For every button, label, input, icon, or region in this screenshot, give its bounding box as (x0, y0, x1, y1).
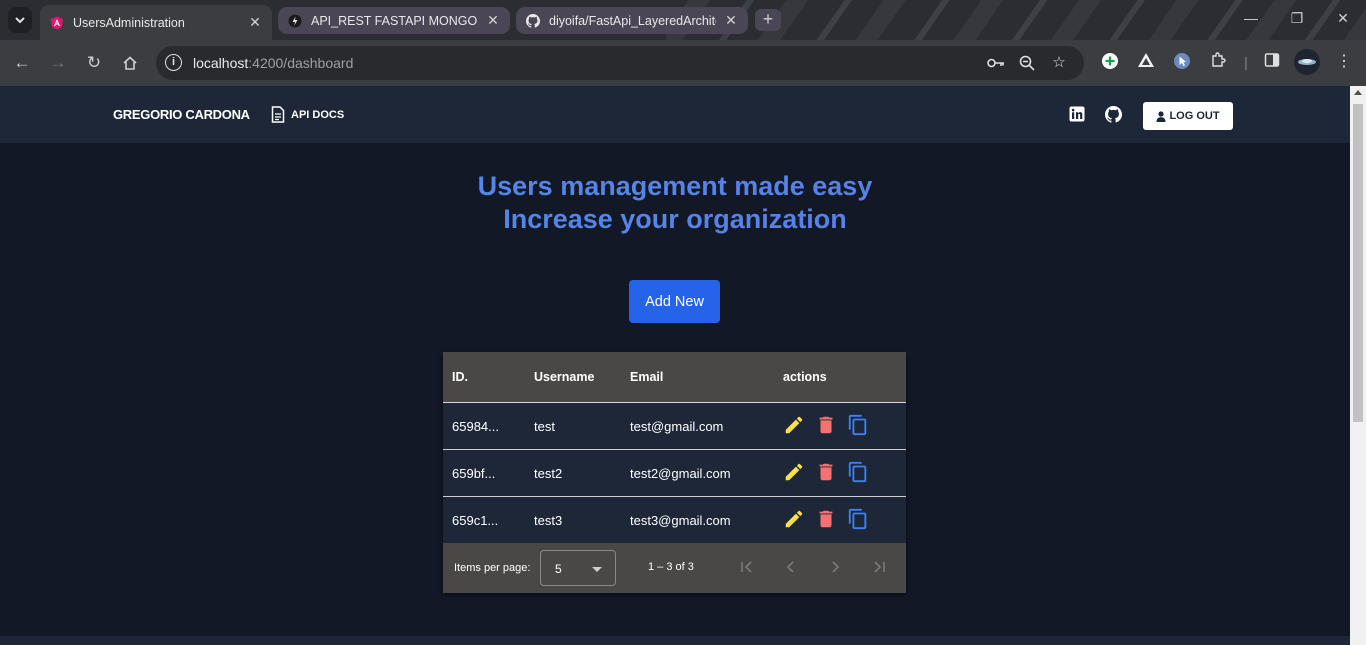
copy-icon[interactable] (847, 414, 869, 436)
cell-username: test (534, 419, 555, 434)
cursor-extension-icon[interactable] (1172, 52, 1192, 72)
page-size-select[interactable]: 5 (540, 550, 616, 586)
address-bar[interactable]: i localhost:4200/dashboard ☆ (156, 46, 1084, 80)
logout-button[interactable]: LOG OUT (1143, 102, 1233, 130)
api-docs-link[interactable]: API DOCS (271, 106, 344, 123)
url-text: localhost:4200/dashboard (193, 55, 354, 71)
footer (0, 636, 1350, 645)
browser-tab-bar: UsersAdministration ✕ API_REST FASTAPI M… (0, 0, 1366, 40)
page-size-value: 5 (555, 562, 562, 576)
restore-icon[interactable]: ❐ (1287, 10, 1307, 27)
api-docs-label: API DOCS (291, 108, 345, 121)
tab-search-button[interactable] (8, 7, 32, 33)
close-tab-icon[interactable]: ✕ (248, 14, 262, 31)
table-header: ID. Username Email actions (443, 352, 906, 403)
column-header-actions: actions (783, 370, 827, 384)
reload-icon[interactable]: ↻ (83, 52, 105, 74)
github-icon (526, 13, 540, 28)
scrollbar-thumb[interactable] (1353, 104, 1363, 422)
angular-icon (50, 16, 64, 30)
hero-line-2: Increase your organization (0, 203, 1350, 236)
edit-icon[interactable] (783, 414, 805, 436)
linkedin-icon[interactable] (1069, 106, 1087, 124)
site-info-icon[interactable]: i (165, 54, 182, 71)
items-per-page-label: Items per page: (454, 562, 531, 574)
menu-kebab-icon[interactable]: ⋮ (1334, 52, 1354, 72)
delete-icon[interactable] (815, 414, 837, 436)
fastapi-icon (288, 14, 302, 28)
next-page-icon[interactable] (827, 559, 843, 575)
bookmark-star-icon[interactable]: ☆ (1050, 54, 1068, 72)
users-table: ID. Username Email actions 65984... test… (443, 352, 906, 593)
tab-title: UsersAdministration (73, 15, 185, 30)
key-icon[interactable] (987, 54, 1005, 72)
side-panel-icon[interactable] (1262, 52, 1282, 72)
previous-page-icon[interactable] (783, 559, 799, 575)
delete-icon[interactable] (815, 461, 837, 483)
user-icon (1156, 110, 1166, 122)
back-icon[interactable]: ← (11, 52, 33, 74)
profile-avatar[interactable] (1294, 49, 1320, 75)
extensions-puzzle-icon[interactable] (1208, 52, 1228, 72)
document-icon (271, 106, 285, 123)
last-page-icon[interactable] (871, 559, 887, 575)
home-icon[interactable] (119, 52, 141, 74)
cell-id: 65984... (452, 419, 499, 434)
zoom-icon[interactable] (1018, 54, 1036, 72)
column-header-email[interactable]: Email (630, 370, 663, 384)
dropdown-arrow-icon (592, 567, 602, 572)
browser-toolbar: ← → ↻ i localhost:4200/dashboard ☆ | ⋮ (0, 40, 1366, 86)
paginator: Items per page: 5 1 – 3 of 3 (443, 543, 906, 593)
edit-icon[interactable] (783, 508, 805, 530)
logout-label: LOG OUT (1169, 110, 1220, 122)
table-row: 65984... test test@gmail.com (443, 403, 906, 450)
hero-heading: Users management made easy Increase your… (0, 170, 1350, 236)
add-new-button[interactable]: Add New (629, 280, 720, 323)
table-row: 659c1... test3 test3@gmail.com (443, 497, 906, 544)
tab-api-rest[interactable]: API_REST FASTAPI MONGODB ✕ (278, 7, 510, 34)
new-tab-button[interactable]: + (755, 9, 781, 31)
cell-id: 659bf... (452, 466, 496, 481)
copy-icon[interactable] (847, 461, 869, 483)
tab-title: diyoifa/FastApi_LayeredArchitec (549, 13, 716, 28)
brand-name[interactable]: GREGORIO CARDONA (113, 107, 250, 122)
page-scrollbar[interactable] (1350, 86, 1366, 645)
cell-username: test2 (534, 466, 563, 481)
forward-icon[interactable]: → (47, 52, 69, 74)
cell-email: test2@gmail.com (630, 466, 731, 481)
table-row: 659bf... test2 test2@gmail.com (443, 450, 906, 497)
copy-icon[interactable] (847, 508, 869, 530)
tab-github-repo[interactable]: diyoifa/FastApi_LayeredArchitec ✕ (516, 7, 748, 34)
toolbar-divider: | (1244, 54, 1248, 70)
close-tab-icon[interactable]: ✕ (486, 12, 500, 29)
drive-extension-icon[interactable] (1136, 52, 1156, 72)
edit-icon[interactable] (783, 461, 805, 483)
github-icon[interactable] (1105, 106, 1123, 124)
scroll-up-arrow-icon[interactable] (1354, 90, 1362, 95)
cell-email: test@gmail.com (630, 419, 724, 434)
chevron-down-icon (15, 16, 25, 23)
add-extension-icon[interactable] (1100, 52, 1120, 72)
delete-icon[interactable] (815, 508, 837, 530)
column-header-id[interactable]: ID. (452, 370, 468, 384)
tab-users-administration[interactable]: UsersAdministration ✕ (40, 5, 272, 40)
page: GREGORIO CARDONA API DOCS LOG OUT Users … (0, 86, 1350, 645)
column-header-username[interactable]: Username (534, 370, 594, 384)
first-page-icon[interactable] (739, 559, 755, 575)
close-window-icon[interactable]: ✕ (1333, 10, 1353, 27)
cell-id: 659c1... (452, 513, 499, 528)
hero-line-1: Users management made easy (0, 170, 1350, 203)
cell-email: test3@gmail.com (630, 513, 731, 528)
close-tab-icon[interactable]: ✕ (724, 12, 738, 29)
tab-title: API_REST FASTAPI MONGODB (311, 13, 478, 28)
app-header: GREGORIO CARDONA API DOCS LOG OUT (0, 86, 1350, 143)
cell-username: test3 (534, 513, 563, 528)
page-range-label: 1 – 3 of 3 (648, 561, 694, 573)
minimize-icon[interactable]: — (1241, 10, 1261, 26)
